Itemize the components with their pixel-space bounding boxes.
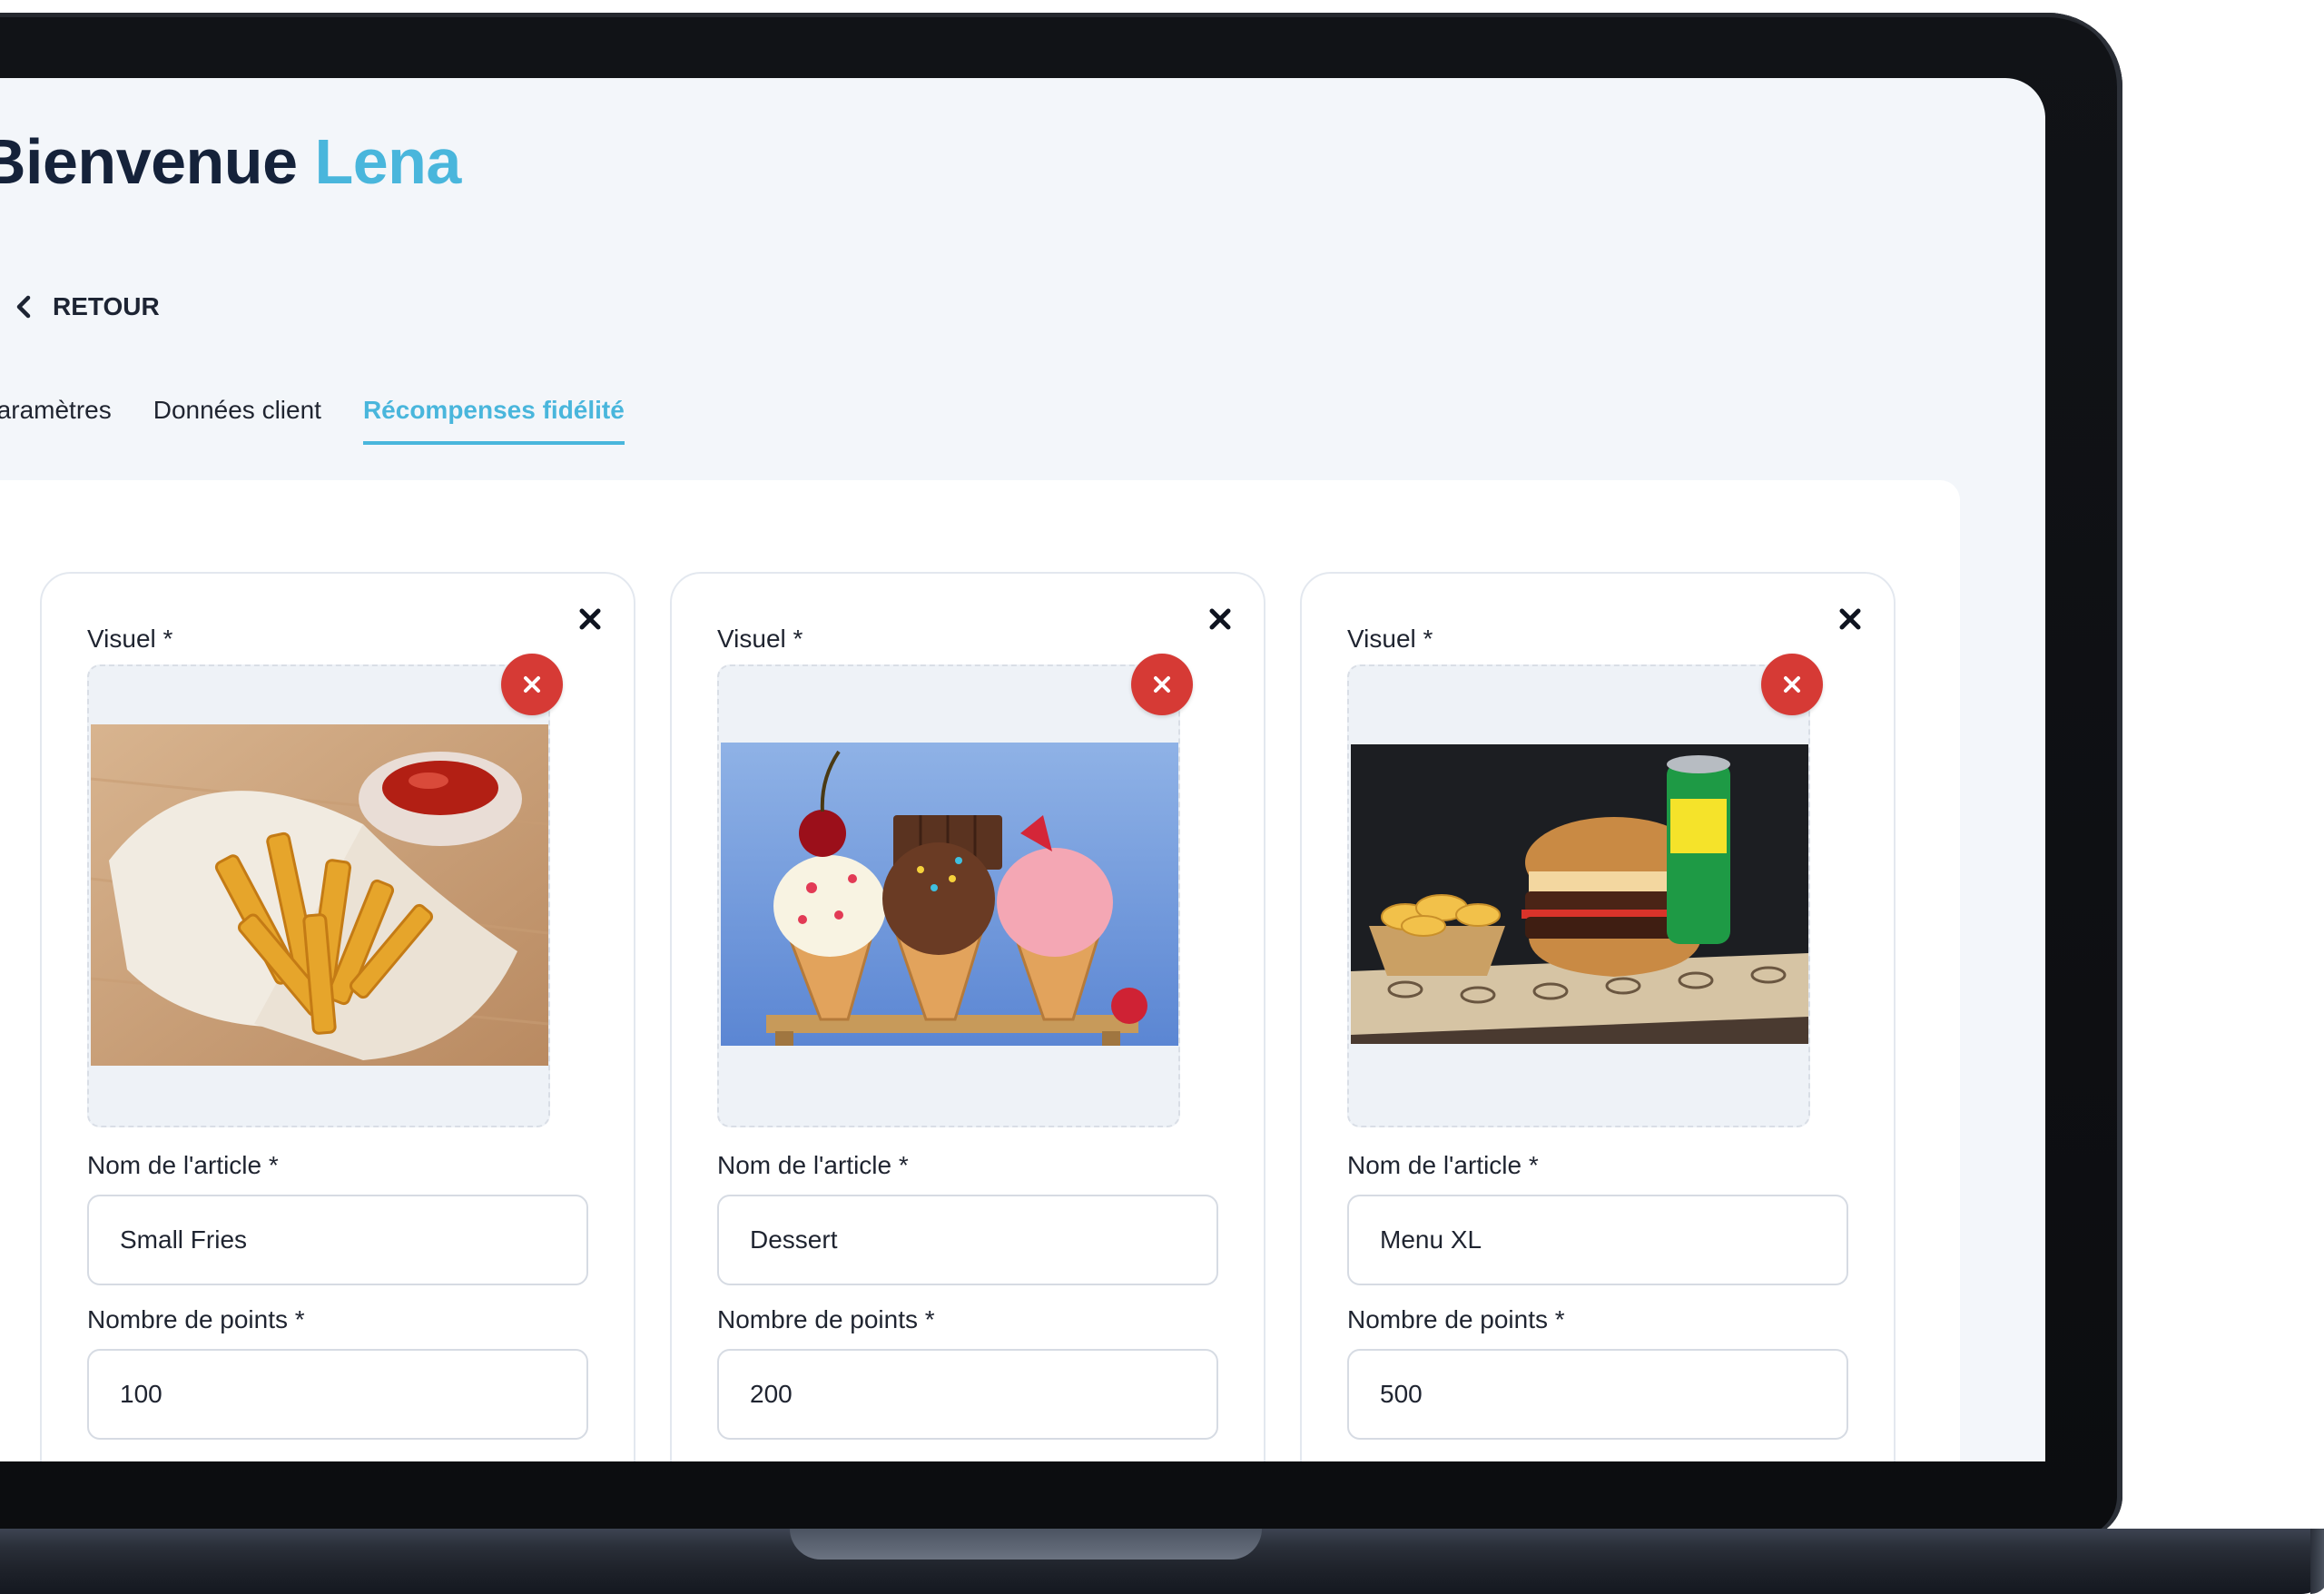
delete-card-close-icon[interactable] bbox=[1206, 605, 1235, 634]
remove-image-button[interactable] bbox=[1761, 654, 1823, 715]
tab-recompenses-fidelite[interactable]: Récompenses fidélité bbox=[362, 396, 625, 445]
points-label: Nombre de points * bbox=[717, 1305, 935, 1333]
welcome-text: Bienvenue bbox=[0, 126, 298, 197]
points-input[interactable] bbox=[717, 1349, 1218, 1440]
remove-image-button[interactable] bbox=[1131, 654, 1193, 715]
item-name-label: Nom de l'article * bbox=[87, 1151, 279, 1179]
rewards-panel: Visuel * Nom de l'article * Small Fries … bbox=[0, 480, 1960, 1461]
close-icon bbox=[1784, 676, 1800, 693]
item-name-label: Nom de l'article * bbox=[717, 1151, 909, 1179]
delete-card-close-icon[interactable] bbox=[576, 605, 605, 634]
close-icon bbox=[524, 676, 540, 693]
tab-donnees-client[interactable]: Données client bbox=[153, 396, 321, 445]
visual-label: Visuel * bbox=[1347, 625, 1433, 653]
visual-label: Visuel * bbox=[717, 625, 803, 653]
points-label: Nombre de points * bbox=[1347, 1305, 1565, 1333]
visual-label: Visuel * bbox=[87, 625, 173, 653]
french-fries-photo bbox=[91, 724, 548, 1066]
reward-card: Visuel * bbox=[1300, 572, 1896, 1461]
burger-menu-photo bbox=[1351, 744, 1808, 1044]
user-name: Lena bbox=[314, 126, 461, 197]
item-name-label: Nom de l'article * bbox=[1347, 1151, 1539, 1179]
tab-parametres[interactable]: Paramètres bbox=[0, 396, 112, 445]
points-input[interactable] bbox=[1347, 1349, 1848, 1440]
chevron-left-icon bbox=[16, 295, 31, 319]
reward-card: Visuel * bbox=[670, 572, 1265, 1461]
image-dropzone[interactable] bbox=[717, 654, 1193, 1127]
item-name-input[interactable] bbox=[717, 1195, 1218, 1285]
ice-cream-cones-photo bbox=[721, 743, 1178, 1046]
item-name-input[interactable] bbox=[1347, 1195, 1848, 1285]
image-dropzone[interactable] bbox=[87, 654, 563, 1127]
back-button[interactable]: RETOUR bbox=[15, 292, 160, 321]
delete-card-close-icon[interactable] bbox=[1836, 605, 1865, 634]
tab-bar: Paramètres Données client Récompenses fi… bbox=[0, 396, 625, 445]
screen: Bienvenue Lena RETOUR Paramètres Données… bbox=[0, 78, 2045, 1461]
reward-card: Visuel * bbox=[40, 572, 635, 1461]
close-icon bbox=[1154, 676, 1170, 693]
item-name-input[interactable] bbox=[87, 1195, 588, 1285]
back-button-label: RETOUR bbox=[53, 292, 160, 320]
page-title: Bienvenue Lena bbox=[0, 125, 461, 198]
image-dropzone[interactable] bbox=[1347, 654, 1823, 1127]
points-label: Nombre de points * bbox=[87, 1305, 305, 1333]
points-input[interactable] bbox=[87, 1349, 588, 1440]
remove-image-button[interactable] bbox=[501, 654, 563, 715]
laptop-bezel: Bienvenue Lena RETOUR Paramètres Données… bbox=[0, 13, 2122, 1538]
laptop-hinge bbox=[790, 1529, 1262, 1560]
